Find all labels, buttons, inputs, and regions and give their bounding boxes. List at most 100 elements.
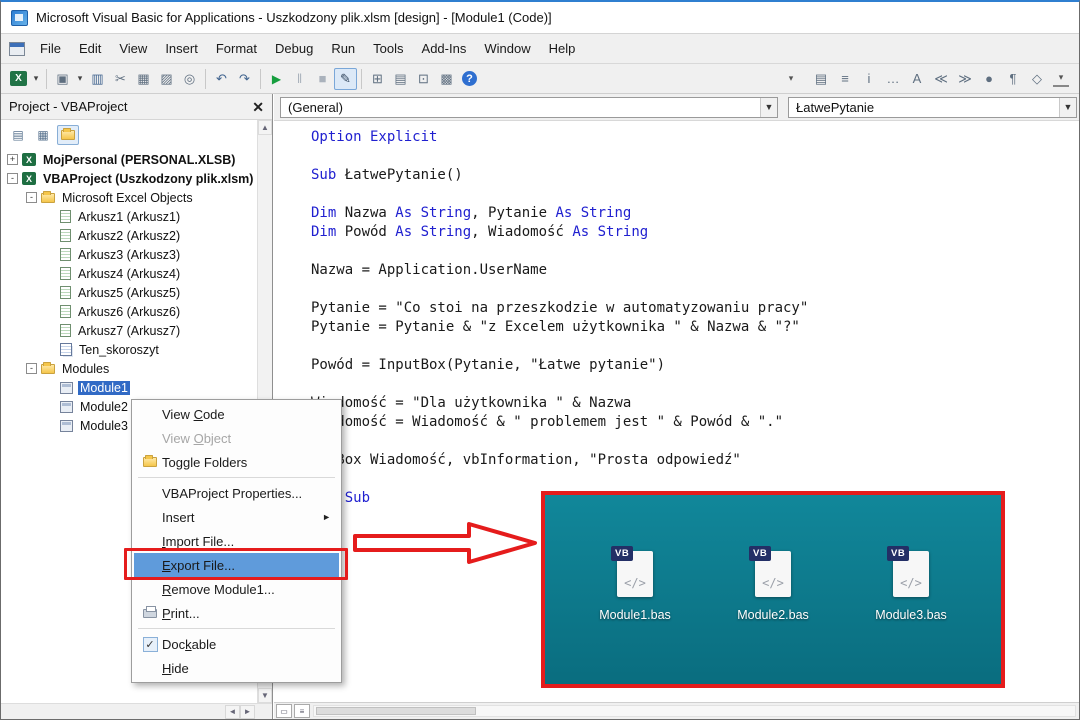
menu-item-format[interactable]: Format [207, 36, 266, 61]
bookmark-icon[interactable]: ◇ [1025, 68, 1049, 90]
insert-object-icon[interactable]: ▣ [51, 68, 74, 90]
menu-item-debug[interactable]: Debug [266, 36, 322, 61]
context-menu-item-dockable[interactable]: ✓Dockable [134, 632, 339, 656]
menu-item-insert[interactable]: Insert [156, 36, 207, 61]
context-menu-item-insert[interactable]: Insert► [134, 505, 339, 529]
procedure-view-button[interactable]: ▭ [276, 704, 292, 718]
indent-icon[interactable]: ≫ [953, 68, 977, 90]
object-browser-icon[interactable]: ⊡ [412, 68, 435, 90]
toolbar-options-chevron-icon[interactable]: ▾ [1053, 71, 1069, 87]
insert-object-dropdown[interactable]: ▾ [74, 68, 86, 90]
menu-item-addins[interactable]: Add-Ins [413, 36, 476, 61]
desktop-file[interactable]: VB</>Module1.bas [595, 551, 675, 622]
toolbox-icon[interactable]: ▩ [435, 68, 458, 90]
full-module-view-button[interactable]: ≡ [294, 704, 310, 718]
find-icon[interactable]: ◎ [178, 68, 201, 90]
code-line[interactable] [311, 147, 1079, 166]
code-line[interactable]: Dim Nazwa As String, Pytanie As String [311, 204, 1079, 223]
context-menu-item-hide[interactable]: Hide [134, 656, 339, 680]
tree-expander[interactable]: + [7, 154, 18, 165]
parameter-info-icon[interactable]: … [881, 68, 905, 90]
code-line[interactable] [311, 185, 1079, 204]
scroll-down-icon[interactable]: ▼ [258, 688, 272, 703]
tree-expander[interactable]: - [26, 363, 37, 374]
menu-item-edit[interactable]: Edit [70, 36, 110, 61]
view-excel-icon[interactable]: X [10, 71, 27, 86]
menu-item-view[interactable]: View [110, 36, 156, 61]
code-line[interactable] [311, 280, 1079, 299]
complete-word-icon[interactable]: A [905, 68, 929, 90]
desktop-file[interactable]: VB</>Module2.bas [733, 551, 813, 622]
code-horizontal-scrollbar[interactable] [313, 705, 1076, 717]
scrollbar-thumb[interactable] [316, 707, 476, 715]
view-excel-dropdown[interactable]: ▾ [30, 68, 42, 90]
code-line[interactable]: Pytanie = Pytanie & "z Excelem użytkowni… [311, 318, 1079, 337]
scroll-right-icon[interactable]: ► [240, 705, 255, 719]
undo-icon[interactable]: ↶ [210, 68, 233, 90]
tree-row[interactable]: -XVBAProject (Uszkodzony plik.xlsm) [1, 169, 257, 188]
tree-row[interactable]: Arkusz1 (Arkusz1) [1, 207, 257, 226]
run-icon[interactable]: ▶ [265, 68, 288, 90]
tree-row[interactable]: Arkusz2 (Arkusz2) [1, 226, 257, 245]
code-line[interactable]: Powód = InputBox(Pytanie, "Łatwe pytanie… [311, 356, 1079, 375]
scroll-left-icon[interactable]: ◄ [225, 705, 240, 719]
cut-icon[interactable]: ✂ [109, 68, 132, 90]
copy-icon[interactable]: ▦ [132, 68, 155, 90]
tree-expander[interactable]: - [26, 192, 37, 203]
tree-row[interactable]: Arkusz6 (Arkusz6) [1, 302, 257, 321]
list-constants-icon[interactable]: ≡ [833, 68, 857, 90]
save-icon[interactable]: ▥ [86, 68, 109, 90]
reset-icon[interactable]: ■ [311, 68, 334, 90]
tree-row[interactable]: Ten_skoroszyt [1, 340, 257, 359]
tree-row[interactable]: Module1 [1, 378, 257, 397]
break-icon[interactable]: ‖ [288, 68, 311, 90]
menu-item-window[interactable]: Window [475, 36, 539, 61]
toolbar-overflow-chevron-icon[interactable]: ▾ [783, 73, 799, 84]
context-menu-item-view-code[interactable]: View Code [134, 402, 339, 426]
tree-row[interactable]: Arkusz5 (Arkusz5) [1, 283, 257, 302]
paste-icon[interactable]: ▨ [155, 68, 178, 90]
view-object-button[interactable]: ▦ [32, 125, 54, 145]
toggle-folders-button[interactable] [57, 125, 79, 145]
code-line[interactable]: Sub ŁatwePytanie() [311, 166, 1079, 185]
help-icon[interactable]: ? [462, 71, 477, 86]
context-menu-item-toggle-folders[interactable]: Toggle Folders [134, 450, 339, 474]
context-menu-item-remove-module1[interactable]: Remove Module1... [134, 577, 339, 601]
code-line[interactable] [311, 432, 1079, 451]
tree-expander[interactable]: - [7, 173, 18, 184]
code-line[interactable]: Wiadomość = "Dla użytkownika " & Nazwa [311, 394, 1079, 413]
context-menu-item-vbaproject-properties[interactable]: VBAProject Properties... [134, 481, 339, 505]
tree-row[interactable]: Arkusz3 (Arkusz3) [1, 245, 257, 264]
view-code-button[interactable]: ▤ [7, 125, 29, 145]
code-line[interactable] [311, 337, 1079, 356]
close-icon[interactable]: ✕ [252, 100, 264, 114]
comment-block-icon[interactable]: ¶ [1001, 68, 1025, 90]
context-menu-item-print[interactable]: Print... [134, 601, 339, 625]
scroll-up-icon[interactable]: ▲ [258, 120, 272, 135]
code-line[interactable] [311, 470, 1079, 489]
menu-item-tools[interactable]: Tools [364, 36, 412, 61]
code-line[interactable]: MsgBox Wiadomość, vbInformation, "Prosta… [311, 451, 1079, 470]
code-line[interactable]: Pytanie = "Co stoi na przeszkodzie w aut… [311, 299, 1079, 318]
menu-item-run[interactable]: Run [322, 36, 364, 61]
outdent-icon[interactable]: ≪ [929, 68, 953, 90]
tree-horizontal-scrollbar[interactable]: ◄ ► [1, 703, 272, 719]
list-properties-icon[interactable]: ▤ [809, 68, 833, 90]
tree-row[interactable]: +XMojPersonal (PERSONAL.XLSB) [1, 150, 257, 169]
properties-window-icon[interactable]: ▤ [389, 68, 412, 90]
code-line[interactable]: Option Explicit [311, 128, 1079, 147]
desktop-file[interactable]: VB</>Module3.bas [871, 551, 951, 622]
tree-row[interactable]: Arkusz4 (Arkusz4) [1, 264, 257, 283]
code-line[interactable] [311, 242, 1079, 261]
chevron-down-icon[interactable]: ▼ [1059, 98, 1076, 117]
menu-item-file[interactable]: File [31, 36, 70, 61]
chevron-down-icon[interactable]: ▼ [760, 98, 777, 117]
procedure-dropdown[interactable]: ŁatwePytanie ▼ [788, 97, 1077, 118]
project-panel-header[interactable]: Project - VBAProject ✕ [1, 94, 272, 120]
redo-icon[interactable]: ↷ [233, 68, 256, 90]
code-line[interactable]: Nazwa = Application.UserName [311, 261, 1079, 280]
code-line[interactable]: Wiadomość = Wiadomość & " problemem jest… [311, 413, 1079, 432]
code-line[interactable]: Dim Powód As String, Wiadomość As String [311, 223, 1079, 242]
tree-row[interactable]: -Modules [1, 359, 257, 378]
tree-row[interactable]: Arkusz7 (Arkusz7) [1, 321, 257, 340]
